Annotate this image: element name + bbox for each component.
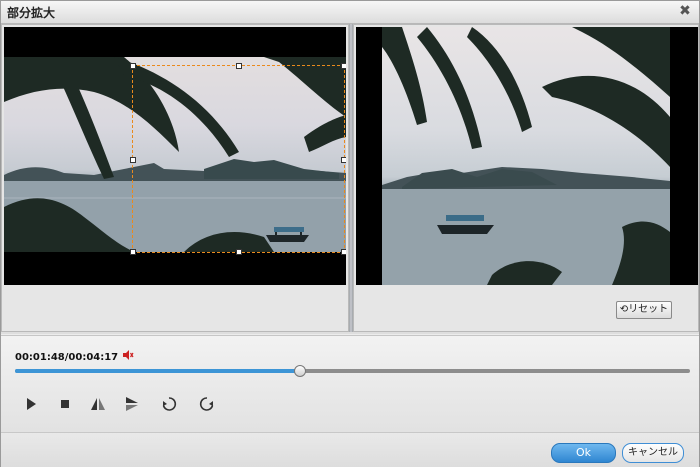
seek-progress — [15, 369, 299, 373]
output-preview-pane: ⟲リセット — [353, 24, 699, 332]
output-video — [356, 27, 698, 285]
dialog-footer: Ok キャンセル — [1, 432, 699, 467]
crop-handle-bottom-left[interactable] — [130, 249, 136, 255]
flip-vertical-icon[interactable] — [124, 396, 140, 412]
crop-handle-bottom[interactable] — [236, 249, 242, 255]
playback-controls: 00:01:48/00:04:17 — [1, 335, 699, 432]
crop-handle-left[interactable] — [130, 157, 136, 163]
crop-handle-top-left[interactable] — [130, 63, 136, 69]
reset-button[interactable]: ⟲リセット — [616, 301, 672, 319]
title-bar: 部分拡大 ✖ — [1, 1, 699, 24]
rotate-left-icon[interactable] — [161, 396, 177, 412]
output-scene — [382, 27, 670, 285]
cancel-button[interactable]: キャンセル — [622, 443, 684, 463]
time-display: 00:01:48/00:04:17 — [15, 352, 119, 363]
close-icon[interactable]: ✖ — [677, 3, 693, 19]
source-preview-pane — [1, 24, 349, 332]
ok-button[interactable]: Ok — [551, 443, 616, 463]
seek-bar[interactable] — [15, 365, 690, 377]
crop-handle-top-right[interactable] — [341, 63, 346, 69]
crop-handle-bottom-right[interactable] — [341, 249, 346, 255]
flip-horizontal-icon[interactable] — [90, 396, 106, 412]
reset-label: リセット — [628, 304, 669, 315]
output-frame — [382, 27, 670, 285]
rotate-right-icon[interactable] — [199, 396, 215, 412]
window-title: 部分拡大 — [7, 6, 56, 20]
source-video — [4, 27, 346, 285]
speaker-muted-icon[interactable] — [122, 349, 134, 361]
crop-handle-right[interactable] — [341, 157, 346, 163]
crop-handle-top[interactable] — [236, 63, 242, 69]
partial-zoom-dialog: 部分拡大 ✖ ⟲リセット 00:01:48/00:04:17 Ok キャンセル — [0, 0, 700, 467]
reset-icon: ⟲ — [619, 304, 629, 315]
zoom-crop-rectangle[interactable] — [130, 63, 346, 255]
play-icon[interactable] — [23, 396, 39, 412]
seek-thumb[interactable] — [293, 365, 306, 377]
stop-icon[interactable] — [57, 396, 73, 412]
preview-area: ⟲リセット — [1, 24, 699, 334]
